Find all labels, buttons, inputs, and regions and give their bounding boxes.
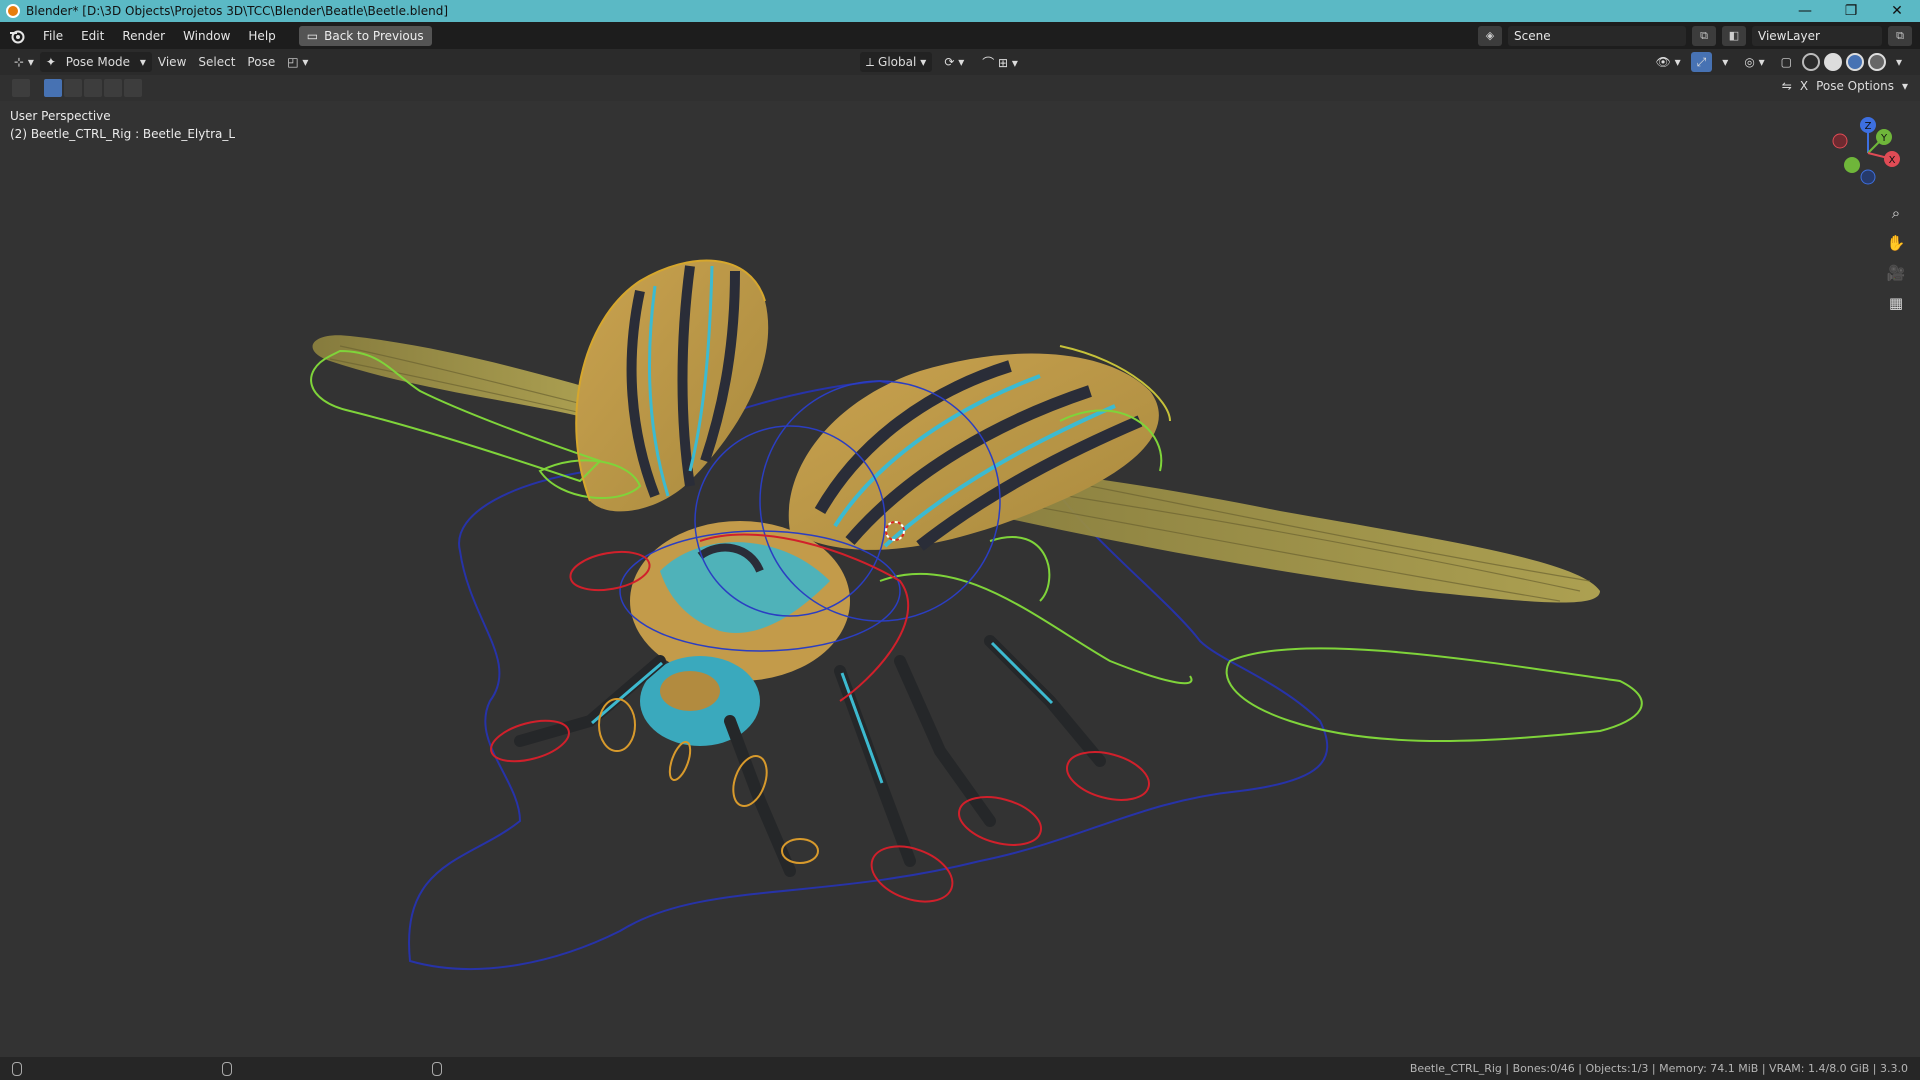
gizmo-dropdown-icon[interactable]: ▾ [1716,52,1734,72]
orientation-icon: ⟂ [866,54,875,69]
view-layer-browse-icon[interactable]: ◧ [1722,25,1746,46]
blender-app-icon [6,4,20,18]
viewport-header: ⊹ ▾ ✦ Pose Mode ▾ View Select Pose ◰ ▾ ⟂… [0,49,1920,75]
pivot-point-icon[interactable]: ⟳ ▾ [938,52,970,72]
material-shading-icon[interactable] [1845,53,1864,71]
pan-hand-icon[interactable]: ✋ [1882,229,1910,257]
close-button[interactable]: ✕ [1874,0,1920,22]
mode-dropdown[interactable]: ✦ Pose Mode ▾ [39,52,152,72]
orientation-label: Global [878,55,917,69]
blender-logo-icon[interactable] [8,27,26,45]
menu-window[interactable]: Window [174,25,239,47]
viewport-scene[interactable]: Z Y X [0,101,1920,1057]
mode-label: Pose Mode [65,55,131,69]
menu-view[interactable]: View [152,52,192,72]
editor-type-icon[interactable]: ⊹ ▾ [8,52,40,72]
pose-options-dropdown[interactable]: Pose Options [1816,79,1894,93]
mirror-icon[interactable]: ⇋ [1782,79,1792,93]
chevron-down-icon: ▾ [1901,79,1908,93]
pose-mode-icon: ✦ [45,55,56,69]
scene-name: Scene [1514,28,1551,43]
screen-icon: ▭ [306,28,319,43]
rendered-shading-icon[interactable] [1867,53,1886,71]
navigation-gizmo[interactable]: Z Y X [1832,117,1900,185]
menu-help[interactable]: Help [239,25,284,47]
visibility-icon[interactable]: 👁 ▾ [1650,52,1687,72]
back-to-previous-button[interactable]: ▭ Back to Previous [298,25,432,46]
brush-icon[interactable]: ◰ ▾ [281,52,314,72]
main-menu-bar: File Edit Render Window Help ▭ Back to P… [0,22,1920,49]
shading-dropdown-icon[interactable]: ▾ [1890,52,1908,72]
chevron-down-icon: ▾ [920,55,927,69]
restore-button[interactable]: ❐ [1828,0,1874,22]
gizmo-label-y: Y [1880,133,1888,144]
menu-pose[interactable]: Pose [241,52,281,72]
grid-perspective-icon[interactable]: ▦ [1882,289,1910,317]
overlays-icon[interactable]: ◎ ▾ [1738,52,1770,72]
gizmo-label-z: Z [1865,121,1872,132]
neg-z-axis-handle[interactable] [1860,169,1876,185]
select-new-icon[interactable] [44,79,62,97]
select-extend-icon[interactable] [64,79,82,97]
xray-icon[interactable]: ▢ [1775,52,1798,72]
status-stats: Beetle_CTRL_Rig | Bones:0/46 | Objects:1… [1409,1062,1908,1075]
camera-icon[interactable]: 🎥 [1882,259,1910,287]
zoom-icon[interactable]: ⌕ [1882,199,1910,227]
solid-shading-icon[interactable] [1823,53,1842,71]
menu-select[interactable]: Select [192,52,241,72]
chevron-down-icon: ▾ [139,55,146,69]
neg-y-axis-handle[interactable] [1844,157,1860,173]
snap-icon[interactable]: ⌒ ⊞ ▾ [976,52,1024,72]
select-invert-icon[interactable] [104,79,122,97]
menu-render[interactable]: Render [113,25,174,47]
head-marking [660,671,720,711]
scene-field[interactable]: Scene [1508,25,1686,46]
wireframe-shading-icon[interactable] [1801,53,1820,71]
select-subtract-icon[interactable] [84,79,102,97]
active-object-label: (2) Beetle_CTRL_Rig : Beetle_Elytra_L [10,127,236,141]
menu-edit[interactable]: Edit [72,25,113,47]
neg-x-axis-handle[interactable] [1832,133,1848,149]
view-layer-name: ViewLayer [1758,28,1820,43]
tool-settings-row: ⇋ X Pose Options ▾ [0,75,1920,101]
view-layer-field[interactable]: ViewLayer [1752,25,1882,46]
select-intersect-icon[interactable] [124,79,142,97]
select-tool-icon[interactable] [12,79,30,97]
new-view-layer-icon[interactable]: ⧉ [1888,25,1912,46]
new-scene-icon[interactable]: ⧉ [1692,25,1716,46]
minimize-button[interactable]: — [1782,0,1828,22]
mouse-middle-icon [222,1061,232,1076]
gizmo-label-x: X [1889,155,1896,166]
status-bar: Beetle_CTRL_Rig | Bones:0/46 | Objects:1… [0,1057,1920,1080]
scene-browse-icon[interactable]: ◈ [1478,25,1502,46]
mouse-right-icon [432,1061,442,1076]
x-mirror-toggle[interactable]: X [1800,79,1808,93]
view-perspective-label: User Perspective [10,109,111,123]
gizmo-toggle-icon[interactable]: ⤢ [1690,52,1713,72]
back-to-previous-label: Back to Previous [324,28,424,43]
mouse-left-icon [12,1061,22,1076]
window-title: Blender* [D:\3D Objects\Projetos 3D\TCC\… [26,4,449,18]
3d-viewport[interactable]: Z Y X User Perspective (2) Beetle_CTRL_R… [0,101,1920,1057]
legs [514,635,1106,877]
menu-file[interactable]: File [34,25,72,47]
transform-orientation-dropdown[interactable]: ⟂ Global ▾ [860,52,933,72]
window-title-bar: Blender* [D:\3D Objects\Projetos 3D\TCC\… [0,0,1920,22]
